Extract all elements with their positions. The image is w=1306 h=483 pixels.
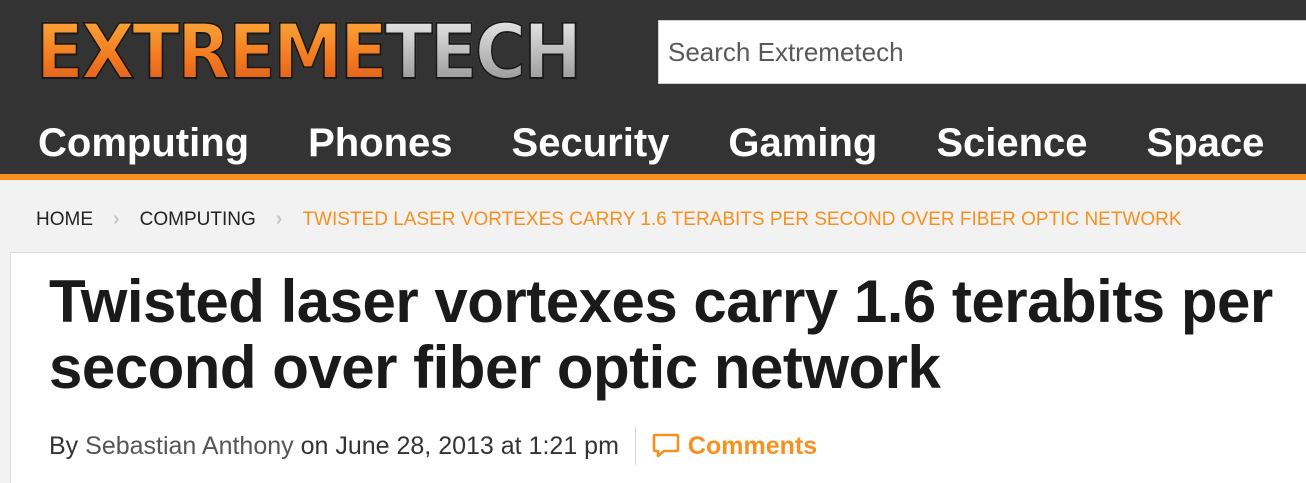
breadcrumb-computing[interactable]: COMPUTING (140, 209, 256, 231)
publish-date: on June 28, 2013 at 1:21 pm (300, 431, 619, 460)
breadcrumb-separator-icon: › (275, 208, 283, 230)
logo-tech: TECH (384, 7, 583, 96)
author-link[interactable]: Sebastian Anthony (85, 432, 294, 461)
nav-item-security[interactable]: Security (512, 121, 670, 166)
search-input[interactable] (659, 21, 1306, 83)
nav-item-science[interactable]: Science (936, 121, 1087, 166)
speech-bubble-icon (652, 433, 680, 458)
breadcrumb-home[interactable]: HOME (36, 209, 93, 231)
search-box (658, 20, 1306, 84)
breadcrumb-current: TWISTED LASER VORTEXES CARRY 1.6 TERABIT… (302, 208, 1182, 230)
logo-extreme: EXTREME (35, 7, 389, 96)
breadcrumb-separator-icon: › (113, 208, 120, 230)
comments-link[interactable]: Comments (652, 432, 817, 461)
site-header: EXTREMETECH Computing Phones Security Ga… (0, 0, 1306, 180)
article-card: Twisted laser vortexes carry 1.6 terabit… (10, 252, 1306, 483)
nav-item-phones[interactable]: Phones (308, 121, 452, 166)
nav-item-gaming[interactable]: Gaming (728, 121, 877, 166)
main-nav: Computing Phones Security Gaming Science… (0, 112, 1285, 174)
byline-divider (634, 427, 636, 465)
breadcrumb: HOME › COMPUTING › TWISTED LASER VORTEXE… (36, 208, 1182, 231)
comments-label: Comments (687, 431, 818, 460)
article-title: Twisted laser vortexes carry 1.6 terabit… (49, 268, 1273, 401)
byline: By Sebastian Anthony on June 28, 2013 at… (49, 427, 817, 465)
site-logo[interactable]: EXTREME TECH (35, 7, 583, 96)
byline-prefix: By (49, 431, 79, 460)
nav-item-computing[interactable]: Computing (38, 121, 249, 166)
nav-item-space[interactable]: Space (1147, 121, 1265, 166)
